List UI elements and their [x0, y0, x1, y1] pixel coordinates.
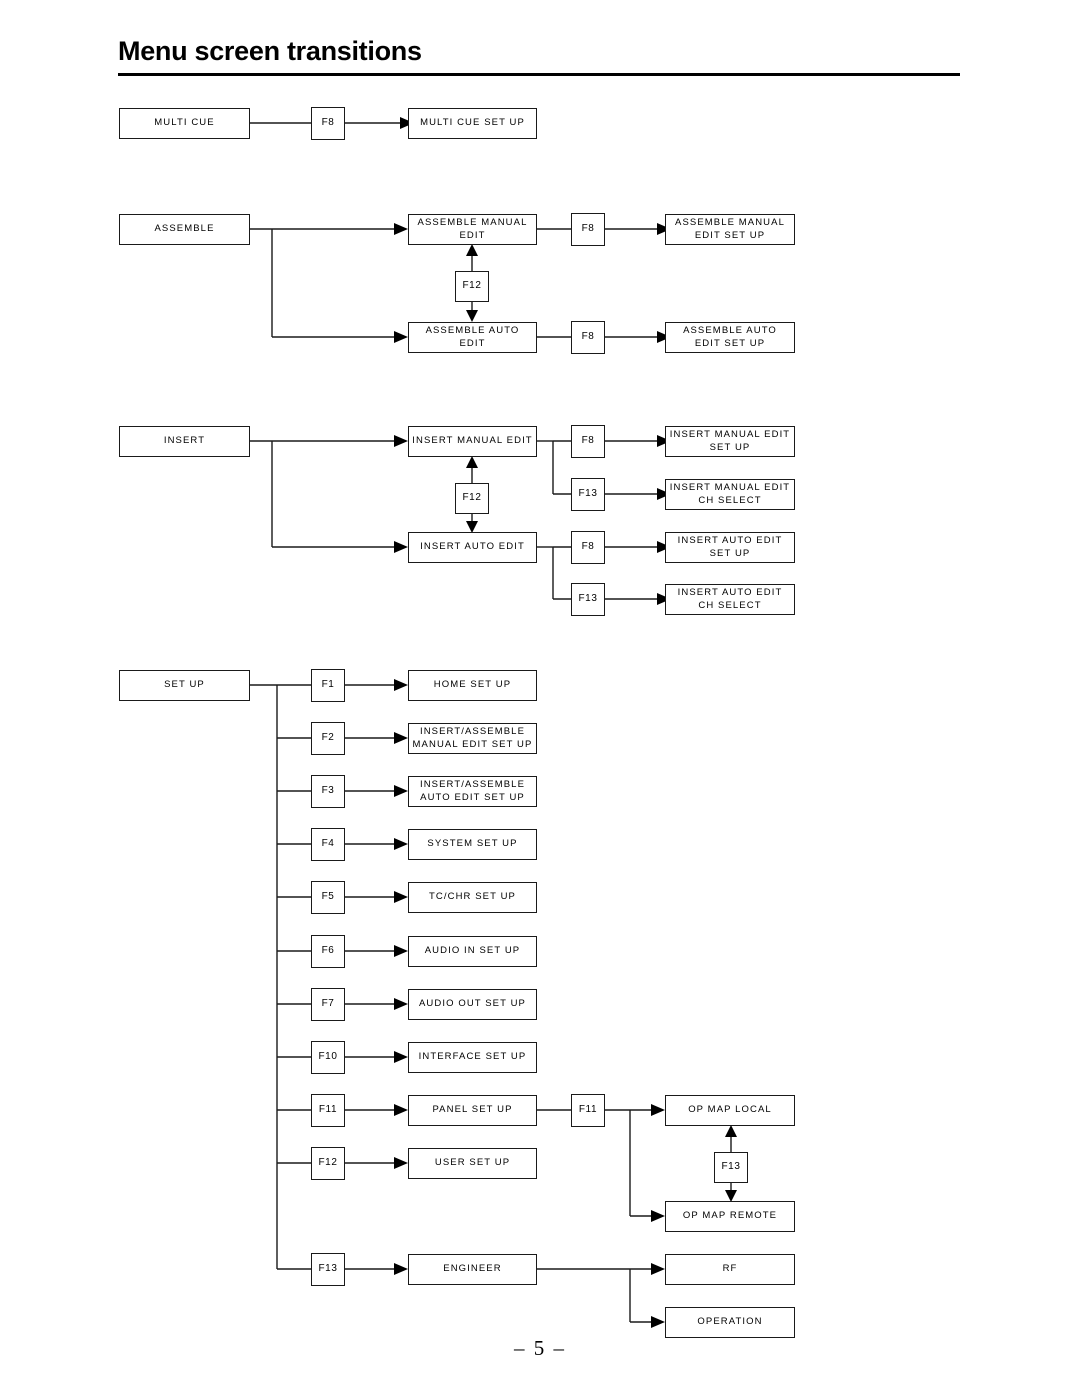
key-f8-insert-manual[interactable]: F8: [571, 425, 605, 458]
node-insert-auto-edit-set-up[interactable]: INSERT AUTO EDIT SET UP: [665, 532, 795, 563]
node-audio-out-set-up[interactable]: AUDIO OUT SET UP: [408, 989, 537, 1020]
node-insert[interactable]: INSERT: [119, 426, 250, 457]
node-op-map-remote[interactable]: OP MAP REMOTE: [665, 1201, 795, 1232]
key-f3[interactable]: F3: [311, 775, 345, 808]
key-f1[interactable]: F1: [311, 669, 345, 702]
node-insert-manual-edit-set-up[interactable]: INSERT MANUAL EDIT SET UP: [665, 426, 795, 457]
node-insert-assemble-manual-edit-set-up[interactable]: INSERT/ASSEMBLE MANUAL EDIT SET UP: [408, 723, 537, 754]
node-assemble-auto-edit[interactable]: ASSEMBLE AUTO EDIT: [408, 322, 537, 353]
key-f11[interactable]: F11: [311, 1094, 345, 1127]
node-insert-assemble-auto-edit-set-up[interactable]: INSERT/ASSEMBLE AUTO EDIT SET UP: [408, 776, 537, 807]
node-multi-cue-set-up[interactable]: MULTI CUE SET UP: [408, 108, 537, 139]
node-insert-manual-edit-ch-select[interactable]: INSERT MANUAL EDIT CH SELECT: [665, 479, 795, 510]
key-f7[interactable]: F7: [311, 988, 345, 1021]
node-operation[interactable]: OPERATION: [665, 1307, 795, 1338]
node-panel-set-up[interactable]: PANEL SET UP: [408, 1095, 537, 1126]
node-system-set-up[interactable]: SYSTEM SET UP: [408, 829, 537, 860]
key-f8-insert-auto[interactable]: F8: [571, 531, 605, 564]
node-interface-set-up[interactable]: INTERFACE SET UP: [408, 1042, 537, 1073]
node-insert-auto-edit[interactable]: INSERT AUTO EDIT: [408, 532, 537, 563]
key-f10[interactable]: F10: [311, 1041, 345, 1074]
key-f5[interactable]: F5: [311, 881, 345, 914]
key-f12-insert-toggle[interactable]: F12: [455, 483, 489, 514]
key-f13-insert-auto[interactable]: F13: [571, 583, 605, 616]
node-assemble-manual-edit[interactable]: ASSEMBLE MANUAL EDIT: [408, 214, 537, 245]
node-multi-cue[interactable]: MULTI CUE: [119, 108, 250, 139]
key-f8-assemble-manual[interactable]: F8: [571, 213, 605, 246]
node-op-map-local[interactable]: OP MAP LOCAL: [665, 1095, 795, 1126]
page-number: – 5 –: [514, 1336, 566, 1360]
node-assemble-manual-edit-set-up[interactable]: ASSEMBLE MANUAL EDIT SET UP: [665, 214, 795, 245]
node-insert-auto-edit-ch-select[interactable]: INSERT AUTO EDIT CH SELECT: [665, 584, 795, 615]
key-f8-assemble-auto[interactable]: F8: [571, 321, 605, 354]
node-set-up[interactable]: SET UP: [119, 670, 250, 701]
key-f6[interactable]: F6: [311, 935, 345, 968]
node-tc-chr-set-up[interactable]: TC/CHR SET UP: [408, 882, 537, 913]
node-assemble[interactable]: ASSEMBLE: [119, 214, 250, 245]
node-home-set-up[interactable]: HOME SET UP: [408, 670, 537, 701]
key-f13-insert-manual[interactable]: F13: [571, 478, 605, 511]
key-f11-panel[interactable]: F11: [571, 1094, 605, 1127]
key-f13[interactable]: F13: [311, 1253, 345, 1286]
key-f4[interactable]: F4: [311, 828, 345, 861]
key-f12[interactable]: F12: [311, 1147, 345, 1180]
key-f13-op-map-toggle[interactable]: F13: [714, 1152, 748, 1183]
node-engineer[interactable]: ENGINEER: [408, 1254, 537, 1285]
node-user-set-up[interactable]: USER SET UP: [408, 1148, 537, 1179]
document-page: Menu screen transitions MULTI CUE F8 MUL…: [0, 0, 1080, 1397]
node-audio-in-set-up[interactable]: AUDIO IN SET UP: [408, 936, 537, 967]
node-rf[interactable]: RF: [665, 1254, 795, 1285]
node-assemble-auto-edit-set-up[interactable]: ASSEMBLE AUTO EDIT SET UP: [665, 322, 795, 353]
node-insert-manual-edit[interactable]: INSERT MANUAL EDIT: [408, 426, 537, 457]
key-f12-assemble-toggle[interactable]: F12: [455, 271, 489, 302]
key-f8-multi-cue[interactable]: F8: [311, 107, 345, 140]
key-f2[interactable]: F2: [311, 722, 345, 755]
